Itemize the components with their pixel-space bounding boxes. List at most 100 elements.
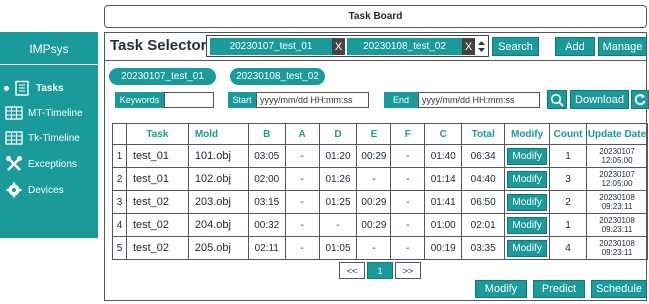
a-cell: - <box>284 144 320 168</box>
search-button[interactable]: Search <box>492 37 539 56</box>
close-icon[interactable]: X <box>332 38 345 55</box>
task-cell: test_02 <box>125 190 189 214</box>
update-time: 09:23:11 <box>601 248 633 257</box>
table-header-row: Task Mold B A D E F C Total Modify Count… <box>112 123 648 145</box>
end-label: End <box>384 92 418 108</box>
download-button[interactable]: Download <box>570 90 629 109</box>
table-row[interactable]: 1 test_01 101.obj 03:05 - 01:20 00:29 - … <box>112 144 648 168</box>
tab-task-2[interactable]: 20230108_test_02 <box>230 68 325 85</box>
b-cell: 03:05 <box>247 144 286 168</box>
a-cell: - <box>284 190 320 214</box>
sidebar-item-tk-timeline[interactable]: Tk-Timeline <box>4 128 80 148</box>
modify-row-button[interactable]: Modify <box>507 239 547 257</box>
row-number: 5 <box>112 236 127 260</box>
sidebar-item-label: MT-Timeline <box>28 107 83 119</box>
sidebar-item-label: Exceptions <box>28 158 77 170</box>
c-cell: 01:41 <box>424 190 463 214</box>
page-title: Task Board <box>348 11 403 22</box>
gear-icon <box>4 182 24 198</box>
total-cell: 03:35 <box>461 236 506 260</box>
total-cell: 06:50 <box>461 190 506 214</box>
table-row[interactable]: 2 test_01 102.obj 02:00 - 01:26 - - 01:1… <box>112 167 648 191</box>
current-page-button[interactable]: 1 <box>367 262 393 279</box>
table-row[interactable]: 3 test_02 203.obj 03:15 - 01:25 00:29 - … <box>112 190 648 214</box>
brand-name: IMPsys <box>29 42 69 56</box>
e-cell: 00:29 <box>356 213 392 237</box>
clipboard-icon <box>12 80 32 96</box>
sidebar-item-devices[interactable]: Devices <box>4 180 64 200</box>
modify-row-button[interactable]: Modify <box>507 193 547 211</box>
update-date: 20230107 <box>599 170 635 179</box>
c-cell: 01:40 <box>424 144 463 168</box>
column-header[interactable]: Task <box>125 123 189 145</box>
task-multiselect[interactable]: 20230107_test_01 X 20230108_test_02 X <box>206 35 489 57</box>
modify-row-button[interactable]: Modify <box>507 170 547 188</box>
modify-button[interactable]: Modify <box>475 280 527 298</box>
add-button[interactable]: Add <box>555 37 595 56</box>
schedule-button[interactable]: Schedule <box>591 280 647 298</box>
c-cell: 01:00 <box>424 213 463 237</box>
tab-task-1[interactable]: 20230107_test_01 <box>109 68 216 85</box>
end-date-input[interactable]: yyyy/mm/dd HH:mm:ss <box>418 92 540 108</box>
sidebar-item-label: Tk-Timeline <box>28 132 80 144</box>
update-date: 20230108 <box>599 239 635 248</box>
d-cell: - <box>318 213 358 237</box>
page-title-bar: Task Board <box>104 5 647 28</box>
task-cell: test_02 <box>125 236 189 260</box>
close-icon[interactable]: X <box>462 38 475 55</box>
update-time: 12:05:00 <box>601 179 633 188</box>
c-cell: 00:19 <box>424 236 463 260</box>
column-header[interactable]: C <box>424 123 463 145</box>
d-cell: 01:05 <box>318 236 358 260</box>
mold-cell: 203.obj <box>187 190 249 214</box>
column-header[interactable]: E <box>356 123 392 145</box>
row-number: 4 <box>112 213 127 237</box>
count-cell: 2 <box>549 190 588 214</box>
refresh-icon[interactable] <box>631 90 649 109</box>
selected-task-chip: 20230107_test_01 <box>210 38 332 55</box>
next-page-button[interactable]: >> <box>395 262 421 279</box>
modify-row-button[interactable]: Modify <box>507 216 547 234</box>
e-cell: 00:29 <box>356 190 392 214</box>
column-header[interactable]: D <box>318 123 358 145</box>
sidebar-item-mt-timeline[interactable]: MT-Timeline <box>4 103 83 123</box>
selected-task-chip: 20230108_test_02 <box>347 38 462 55</box>
column-header[interactable]: A <box>284 123 320 145</box>
b-cell: 03:15 <box>247 190 286 214</box>
total-cell: 04:40 <box>461 167 506 191</box>
row-number: 2 <box>112 167 127 191</box>
chevron-updown-icon[interactable] <box>477 40 486 53</box>
keywords-input[interactable] <box>164 92 214 108</box>
column-header[interactable]: Update Date <box>586 123 648 145</box>
column-header: Modify <box>504 123 551 145</box>
tools-icon <box>4 156 24 172</box>
search-icon[interactable] <box>547 90 567 109</box>
column-header[interactable]: F <box>390 123 426 145</box>
table-row[interactable]: 4 test_02 204.obj 00:32 - - 00:29 - 01:0… <box>112 213 648 237</box>
sidebar-item-exceptions[interactable]: Exceptions <box>4 154 77 174</box>
sidebar-item-tasks[interactable]: Tasks <box>4 78 64 98</box>
manage-button[interactable]: Manage <box>598 37 647 56</box>
column-header[interactable]: Mold <box>187 123 249 145</box>
count-cell: 1 <box>549 144 588 168</box>
modify-row-button[interactable]: Modify <box>507 147 547 165</box>
predict-button[interactable]: Predict <box>533 280 585 298</box>
modify-cell: Modify <box>504 213 551 237</box>
table-row[interactable]: 5 test_02 205.obj 02:11 - 01:05 - - 00:1… <box>112 236 648 260</box>
sidebar: IMPsys Tasks MT-Timeline Tk-Timeline Exc… <box>0 32 98 238</box>
start-label: Start <box>228 92 256 108</box>
update-time: 09:23:11 <box>601 225 633 234</box>
grid-icon <box>4 105 24 121</box>
mold-cell: 101.obj <box>187 144 249 168</box>
start-date-input[interactable]: yyyy/mm/dd HH:mm:ss <box>256 92 369 108</box>
column-header[interactable]: B <box>247 123 286 145</box>
column-header[interactable]: Count <box>549 123 588 145</box>
prev-page-button[interactable]: << <box>339 262 365 279</box>
d-cell: 01:26 <box>318 167 358 191</box>
modify-cell: Modify <box>504 190 551 214</box>
row-number: 1 <box>112 144 127 168</box>
column-header <box>112 123 127 145</box>
e-cell: - <box>356 167 392 191</box>
column-header[interactable]: Total <box>461 123 506 145</box>
sidebar-item-label: Devices <box>28 184 64 196</box>
